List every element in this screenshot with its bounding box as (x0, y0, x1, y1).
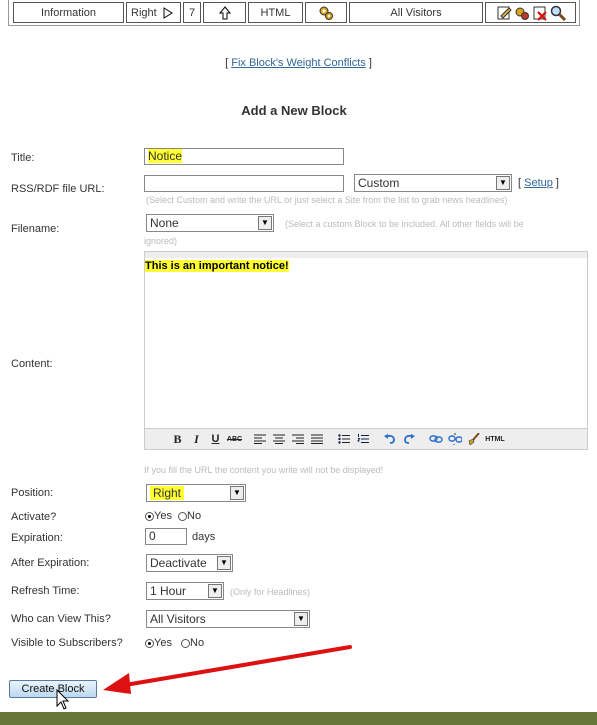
activate-yes-radio[interactable] (145, 511, 154, 521)
bold-button[interactable]: B (169, 431, 186, 448)
activate-label: Activate? (11, 511, 57, 523)
unlink-icon[interactable] (446, 431, 463, 448)
rss-hint: (Select Custom and write the URL or just… (146, 195, 508, 205)
chevron-down-icon: ▼ (230, 486, 244, 500)
arrow-right-icon[interactable] (163, 6, 173, 19)
filename-value: None (150, 216, 179, 230)
refresh-label: Refresh Time: (11, 585, 80, 597)
rss-site-value: Custom (358, 176, 400, 190)
block-list-row: Information Right 7 HTML All Visitors (8, 0, 580, 26)
chevron-down-icon: ▼ (217, 556, 231, 570)
bullet-list-icon[interactable] (335, 431, 352, 448)
expiration-unit: days (192, 531, 216, 543)
rss-url-input[interactable] (144, 175, 344, 192)
strike-button[interactable]: ABC (226, 431, 243, 448)
refresh-select[interactable]: 1 Hour ▼ (146, 582, 224, 600)
undo-icon[interactable] (381, 431, 398, 448)
who-select[interactable]: All Visitors ▼ (146, 610, 310, 628)
underline-button[interactable]: U (207, 431, 224, 448)
html-source-button[interactable]: HTML (484, 431, 506, 448)
cell-weight: 7 (183, 2, 201, 23)
cell-position: Right (126, 2, 181, 23)
filename-label: Filename: (11, 223, 60, 235)
expiration-label: Expiration: (11, 532, 63, 544)
filename-hint-1: (Select a custom Block to be included. A… (285, 219, 524, 229)
activate-options: Yes No (145, 510, 201, 522)
setup-link[interactable]: Setup (524, 177, 553, 189)
content-label: Content: (11, 358, 53, 370)
who-label: Who can View This? (11, 613, 111, 625)
rss-label: RSS/RDF file URL: (11, 183, 105, 195)
filename-select[interactable]: None ▼ (146, 214, 274, 232)
fix-conflicts-link[interactable]: Fix Block's Weight Conflicts (231, 57, 366, 69)
after-expiration-value: Deactivate (150, 556, 207, 570)
position-select[interactable]: Right ▼ (146, 484, 246, 502)
editor-toolbar: B I U ABC HTML (145, 428, 587, 449)
align-center-icon[interactable] (270, 431, 287, 448)
page-title: Add a New Block (241, 103, 347, 118)
cell-position-label: Right (131, 6, 157, 19)
activate-no-label: No (187, 510, 202, 522)
editor-top-border (145, 252, 587, 258)
mouse-cursor-icon (56, 689, 70, 710)
setup-wrapper: [ Setup ] (518, 177, 559, 189)
chevron-down-icon: ▼ (496, 176, 510, 190)
activate-yes-label: Yes (154, 510, 172, 522)
delete-icon[interactable] (532, 5, 548, 21)
rss-site-select[interactable]: Custom ▼ (354, 174, 512, 192)
chevron-down-icon: ▼ (294, 612, 308, 626)
settings-icon[interactable] (514, 5, 530, 21)
content-text: This is an important notice! (145, 260, 289, 272)
chevron-down-icon: ▼ (258, 216, 272, 230)
create-block-button[interactable]: Create Block (9, 680, 97, 698)
expiration-input[interactable]: 0 (145, 528, 187, 545)
refresh-hint: (Only for Headlines) (230, 587, 311, 597)
title-value: Notice (148, 149, 183, 163)
arrow-up-icon[interactable] (218, 5, 231, 20)
cell-weight-up (203, 2, 246, 23)
cleanup-brush-icon[interactable] (465, 431, 482, 448)
after-expiration-label: After Expiration: (11, 557, 90, 569)
redo-icon[interactable] (400, 431, 417, 448)
who-value: All Visitors (150, 612, 206, 626)
filename-hint-2: ignored) (144, 236, 178, 246)
search-icon[interactable] (550, 5, 566, 21)
content-editor[interactable]: This is an important notice! B I U ABC H… (144, 251, 588, 450)
content-hint: If you fill the URL the content you writ… (144, 465, 384, 475)
fix-conflicts-wrapper: [ Fix Block's Weight Conflicts ] (225, 57, 372, 69)
after-expiration-select[interactable]: Deactivate ▼ (146, 554, 233, 572)
chevron-down-icon: ▼ (208, 584, 222, 598)
gears-icon[interactable] (318, 5, 334, 21)
edit-icon[interactable] (496, 5, 512, 21)
content-text-wrapper: This is an important notice! (145, 260, 289, 272)
cell-title: Information (13, 2, 124, 23)
numbered-list-icon[interactable] (354, 431, 371, 448)
activate-no-radio[interactable] (178, 511, 188, 521)
align-right-icon[interactable] (289, 431, 306, 448)
position-label: Position: (11, 487, 54, 499)
annotation-arrow-icon (103, 645, 352, 694)
title-label: Title: (11, 152, 35, 164)
cell-type: HTML (248, 2, 303, 23)
cell-who: All Visitors (349, 2, 483, 23)
cell-config (305, 2, 347, 23)
italic-button[interactable]: I (188, 431, 205, 448)
align-justify-icon[interactable] (308, 431, 325, 448)
footer-bar (0, 712, 597, 725)
refresh-value: 1 Hour (150, 584, 187, 598)
cell-actions (485, 2, 576, 23)
align-left-icon[interactable] (251, 431, 268, 448)
title-input[interactable]: Notice (144, 148, 344, 165)
link-icon[interactable] (427, 431, 444, 448)
position-value: Right (150, 486, 185, 500)
